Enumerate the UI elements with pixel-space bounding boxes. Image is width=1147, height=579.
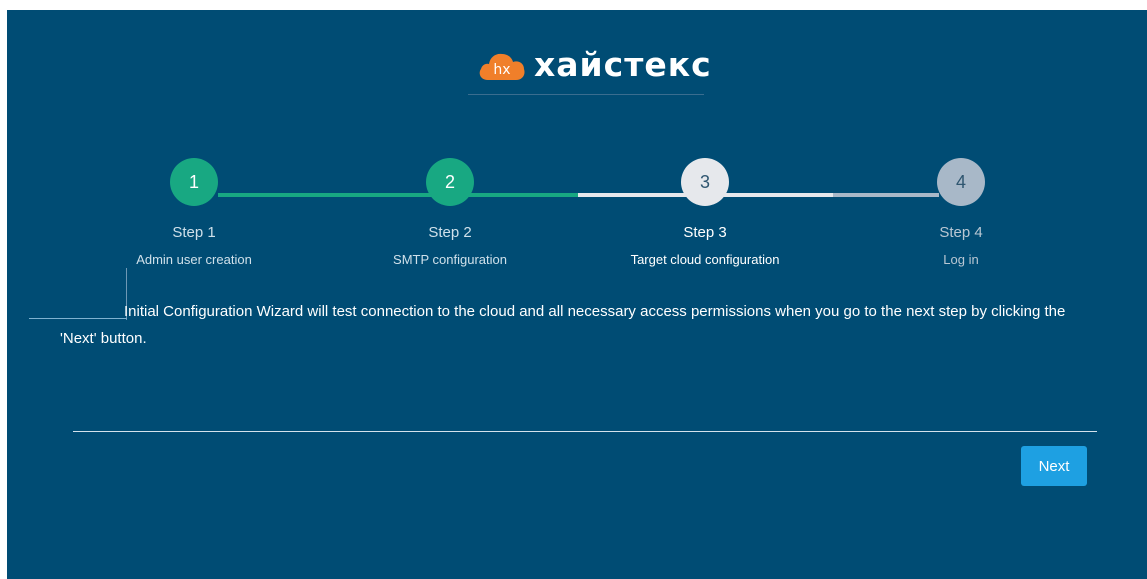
next-button[interactable]: Next [1021,446,1087,486]
step-4-circle: 4 [937,158,985,206]
brand-name: хайстекс [534,45,712,84]
brand-logo: hx хайстекс [468,43,711,95]
step-4-title: Step 4 [939,224,983,241]
step-3-circle: 3 [681,158,729,206]
step-1-subtitle: Admin user creation [136,252,252,267]
step-1-circle: 1 [170,158,218,206]
wizard-message-text: Initial Configuration Wizard will test c… [60,303,1066,347]
connector-completed [218,193,578,197]
step-2-subtitle: SMTP configuration [393,252,507,267]
wizard-message: Initial Configuration Wizard will test c… [60,298,1080,352]
step-3-title: Step 3 [683,224,727,241]
step-1-title: Step 1 [172,224,216,241]
step-4-subtitle: Log in [943,252,979,267]
step-2-circle: 2 [426,158,474,206]
step-2-title: Step 2 [428,224,472,241]
step-3-subtitle: Target cloud configuration [630,252,780,267]
cloud-logo-icon: hx [479,53,525,80]
connector-upcoming [833,193,939,197]
footer-divider [73,431,1097,432]
logo-badge-text: hx [493,62,510,78]
wizard-panel: hx хайстекс 1 Step 1 Admin user creation… [7,10,1147,579]
